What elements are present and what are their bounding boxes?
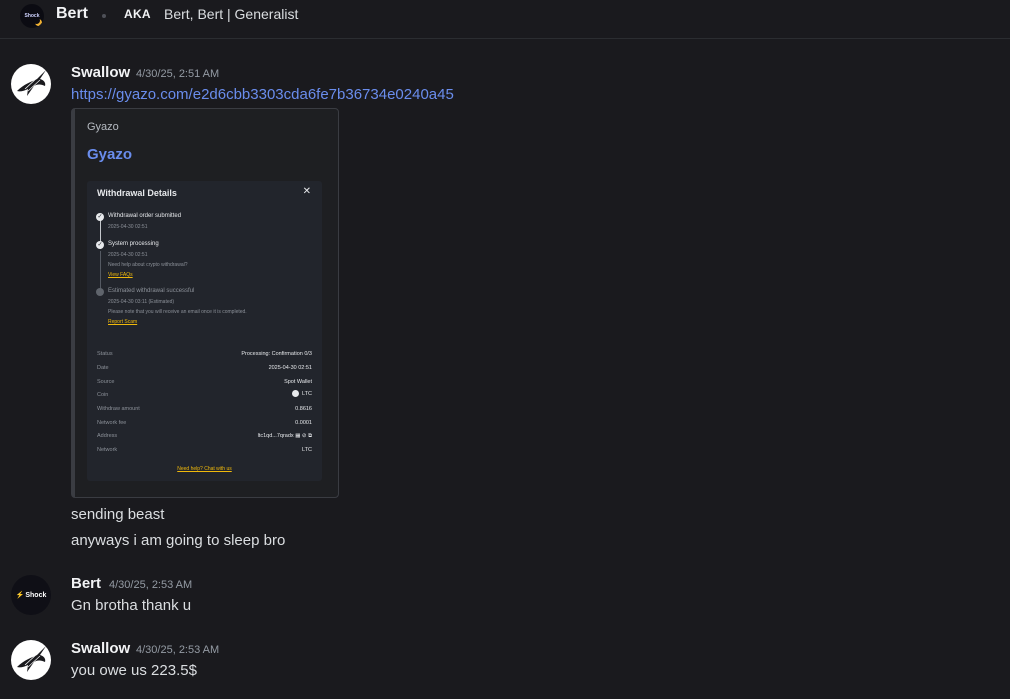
step-title: System processing [108,241,159,247]
copy-icon: ⧉ [308,433,312,439]
lightning-icon: ⚡ [15,592,25,599]
check-icon: ✓ [96,213,104,221]
message-timestamp: 4/30/25, 2:53 AM [109,579,193,591]
aka-label: AKA [124,7,151,21]
embed-provider: Gyazo [87,121,119,133]
swallow-bird-icon [17,70,46,96]
detail-label: Source [97,379,115,385]
detail-label: Withdraw amount [97,406,140,412]
aka-names: Bert, Bert | Generalist [164,6,299,22]
detail-label: Address [97,433,118,439]
swallow-avatar[interactable] [11,64,51,104]
gyazo-link[interactable]: https://gyazo.com/e2d6cbb3303cda6fe7b367… [71,86,454,103]
pending-step-icon [96,288,104,296]
withdrawal-details-title: Withdrawal Details [97,188,177,198]
message-author[interactable]: Swallow [71,640,130,657]
detail-label: Network [97,447,118,453]
detail-value-coin: LTC [292,390,312,397]
address-value: ltc1qd...7qradx [257,433,294,439]
step-time: 2025-04-30 02:51 [108,252,148,258]
step-note: Need help about crypto withdrawal? [108,262,188,268]
progress-line-pending [100,251,101,293]
swallow-avatar[interactable] [11,640,51,680]
message-timestamp: 4/30/25, 2:51 AM [136,68,220,80]
link-icon: ⊘ [301,433,307,439]
check-icon: ✓ [96,241,104,249]
litecoin-icon [292,390,300,397]
detail-label: Status [97,351,113,357]
message-text: you owe us 223.5$ [71,662,197,679]
step-note: Please note that you will receive an ema… [108,309,247,315]
message-author[interactable]: Bert [71,575,101,592]
detail-value-address: ltc1qd...7qradx ▦ ⊘ ⧉ [258,433,312,440]
coin-name: LTC [302,390,312,397]
detail-value: LTC [302,447,312,453]
message-text: Gn brotha thank u [71,597,192,614]
detail-value: 0.0001 [295,420,312,426]
detail-value: Spot Wallet [284,379,312,385]
bert-avatar[interactable]: ⚡ Shock [11,575,51,615]
detail-label: Coin [97,392,109,398]
detail-value: 0.8616 [295,406,312,412]
detail-label: Network fee [97,420,127,426]
message-text: anyways i am going to sleep bro [71,532,286,549]
detail-value: 2025-04-30 02:51 [268,365,312,371]
help-chat-link: Need help? Chat with us [177,466,232,472]
header-avatar[interactable]: Shock [20,4,44,28]
header-username[interactable]: Bert [56,5,88,23]
close-icon: ✕ [302,186,311,197]
idle-status-icon [33,17,42,26]
detail-label: Date [97,365,109,371]
avatar-label: Shock [25,591,47,599]
embed-screenshot-image[interactable]: Withdrawal Details ✕ ✓ Withdrawal order … [87,181,322,481]
step-time: 2025-04-30 03:11 (Estimated) [108,299,175,305]
embed-title-link[interactable]: Gyazo [87,146,132,163]
link-embed: Gyazo Gyazo Withdrawal Details ✕ ✓ Withd… [71,108,339,498]
message-author[interactable]: Swallow [71,64,130,81]
report-scam-link: Report Scam [108,319,138,325]
message-text: sending beast [71,506,165,523]
detail-value: Processing: Confirmation 0/3 [241,351,312,357]
channel-header: Shock Bert AKA Bert, Bert | Generalist [0,0,1010,39]
separator-dot [102,14,106,18]
message-timestamp: 4/30/25, 2:53 AM [136,644,220,656]
step-title: Estimated withdrawal successful [108,288,195,294]
qr-icon: ▦ [295,433,301,439]
faq-link: View FAQs [108,272,133,278]
step-title: Withdrawal order submitted [108,213,182,219]
swallow-bird-icon [17,646,46,672]
step-time: 2025-04-30 02:51 [108,224,148,230]
